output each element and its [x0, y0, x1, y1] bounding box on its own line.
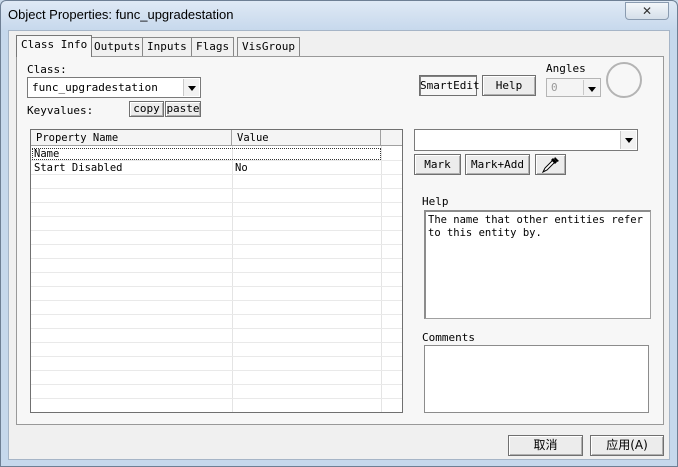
grid-line — [31, 342, 402, 343]
mark-add-button[interactable]: Mark+Add — [465, 154, 530, 175]
chevron-down-icon[interactable] — [583, 80, 599, 95]
smartedit-toggle[interactable]: SmartEdit — [419, 75, 480, 96]
help-button[interactable]: Help — [482, 75, 536, 96]
keyvalues-label: Keyvalues: — [27, 104, 94, 117]
value-combobox[interactable] — [414, 129, 638, 151]
table-cell-property: Name — [34, 148, 60, 160]
window-title: Object Properties: func_upgradestation — [8, 7, 234, 22]
close-button[interactable]: ✕ — [625, 2, 669, 20]
grid-line — [31, 258, 402, 259]
keyvalues-table: Property Name Value Name Start Disabled … — [30, 129, 403, 413]
table-cell-property: Start Disabled — [34, 162, 123, 174]
apply-button[interactable]: 应用(A) — [590, 435, 664, 456]
comments-label: Comments — [422, 331, 475, 344]
grid-line — [31, 174, 402, 175]
column-divider — [381, 146, 382, 412]
tab-class-info[interactable]: Class Info — [16, 35, 93, 57]
grid-line — [31, 160, 402, 161]
tab-outputs[interactable]: Outputs — [89, 37, 146, 56]
mark-button[interactable]: Mark — [414, 154, 461, 175]
copy-button[interactable]: copy — [129, 101, 164, 117]
column-header-property[interactable]: Property Name — [31, 130, 232, 146]
grid-line — [31, 370, 402, 371]
grid-line — [31, 384, 402, 385]
grid-line — [31, 356, 402, 357]
grid-line — [31, 230, 402, 231]
comments-textarea[interactable] — [424, 345, 649, 413]
chevron-down-icon[interactable] — [183, 79, 199, 96]
title-bar[interactable]: Object Properties: func_upgradestation ✕ — [1, 1, 677, 31]
grid-line — [31, 328, 402, 329]
angles-combobox[interactable]: 0 — [546, 78, 601, 97]
angles-value: 0 — [551, 81, 558, 94]
tab-flags[interactable]: Flags — [191, 37, 235, 56]
tab-visgroup[interactable]: VisGroup — [237, 37, 300, 56]
help-label: Help — [422, 195, 449, 208]
angles-label: Angles — [546, 62, 586, 75]
paste-button[interactable]: paste — [165, 101, 201, 117]
tab-inputs[interactable]: Inputs — [142, 37, 192, 56]
class-label: Class: — [27, 63, 67, 76]
angle-dial-icon[interactable] — [606, 62, 642, 98]
table-cell-value: No — [235, 162, 248, 174]
grid-line — [31, 286, 402, 287]
class-value: func_upgradestation — [32, 81, 158, 94]
grid-line — [31, 314, 402, 315]
help-text: The name that other entities refer to th… — [428, 214, 643, 239]
grid-line — [31, 398, 402, 399]
grid-line — [31, 272, 402, 273]
class-combobox[interactable]: func_upgradestation — [27, 77, 201, 98]
chevron-down-icon[interactable] — [620, 131, 636, 149]
close-icon: ✕ — [641, 4, 653, 18]
cancel-button[interactable]: 取消 — [508, 435, 583, 456]
grid-line — [31, 188, 402, 189]
grid-line — [31, 300, 402, 301]
eyedropper-button[interactable] — [535, 154, 566, 175]
grid-line — [31, 216, 402, 217]
column-header-value[interactable]: Value — [232, 130, 381, 146]
eyedropper-icon — [541, 157, 559, 174]
table-row-selected[interactable] — [32, 148, 381, 160]
column-divider — [232, 146, 233, 412]
column-header-filler — [381, 130, 402, 146]
help-text-box: The name that other entities refer to th… — [424, 210, 651, 319]
grid-line — [31, 202, 402, 203]
grid-line — [31, 244, 402, 245]
